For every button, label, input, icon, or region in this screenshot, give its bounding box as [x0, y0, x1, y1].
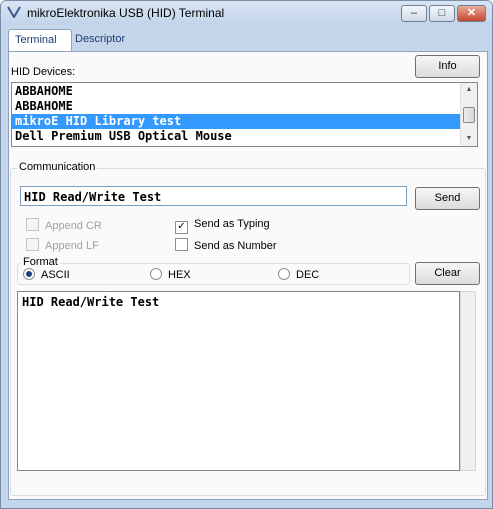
append-lf-checkbox[interactable]: Append LF	[26, 238, 99, 252]
send-button[interactable]: Send	[415, 187, 480, 210]
checkbox-box	[26, 218, 39, 231]
hid-devices-list[interactable]: ABBAHOME ABBAHOME mikroE HID Library tes…	[11, 82, 478, 147]
devices-scrollbar[interactable]: ▲ ▼	[460, 83, 477, 146]
tab-strip: Terminal Descriptor	[8, 29, 486, 52]
output-textarea[interactable]: HID Read/Write Test	[17, 291, 460, 471]
minimize-button[interactable]: –	[401, 5, 427, 22]
list-item[interactable]: ABBAHOME	[12, 84, 470, 99]
send-as-typing-checkbox[interactable]: ✓ Send as Typing	[175, 218, 270, 234]
tab-terminal[interactable]: Terminal	[8, 29, 72, 52]
format-group	[17, 263, 410, 285]
tab-descriptor[interactable]: Descriptor	[69, 29, 131, 50]
output-scrollbar[interactable]	[460, 291, 476, 471]
radio-ascii[interactable]: ASCII	[23, 268, 70, 282]
checkbox-box	[175, 238, 188, 251]
close-button[interactable]: ✕	[457, 5, 486, 22]
radio-dot-icon	[150, 268, 162, 280]
clear-button[interactable]: Clear	[415, 262, 480, 285]
list-item[interactable]: Dell Premium USB Optical Mouse	[12, 129, 470, 144]
hid-devices-label: HID Devices:	[11, 66, 76, 78]
list-item-selected[interactable]: mikroE HID Library test	[12, 114, 470, 129]
terminal-panel: HID Devices: Info ABBAHOME ABBAHOME mikr…	[8, 51, 488, 500]
format-label: Format	[21, 256, 60, 268]
radio-hex[interactable]: HEX	[150, 268, 191, 282]
scroll-thumb[interactable]	[463, 107, 475, 123]
radio-dot-icon	[278, 268, 290, 280]
title-bar[interactable]: mikroElektronika USB (HID) Terminal – □ …	[1, 1, 492, 25]
window-title: mikroElektronika USB (HID) Terminal	[27, 6, 225, 20]
maximize-button[interactable]: □	[429, 5, 455, 22]
app-icon	[7, 6, 21, 18]
info-button[interactable]: Info	[415, 55, 480, 78]
checkbox-box	[26, 238, 39, 251]
radio-dec[interactable]: DEC	[278, 268, 319, 282]
send-text-input[interactable]: HID Read/Write Test	[20, 186, 407, 206]
communication-label: Communication	[17, 161, 98, 173]
scroll-down-icon[interactable]: ▼	[461, 132, 477, 146]
append-cr-checkbox[interactable]: Append CR	[26, 218, 102, 232]
radio-dot-icon	[23, 268, 35, 280]
scroll-up-icon[interactable]: ▲	[461, 83, 477, 97]
app-window: mikroElektronika USB (HID) Terminal – □ …	[0, 0, 493, 509]
send-as-number-checkbox[interactable]: Send as Number	[175, 238, 277, 252]
checkmark-icon: ✓	[175, 221, 188, 234]
list-item[interactable]: ABBAHOME	[12, 99, 470, 114]
